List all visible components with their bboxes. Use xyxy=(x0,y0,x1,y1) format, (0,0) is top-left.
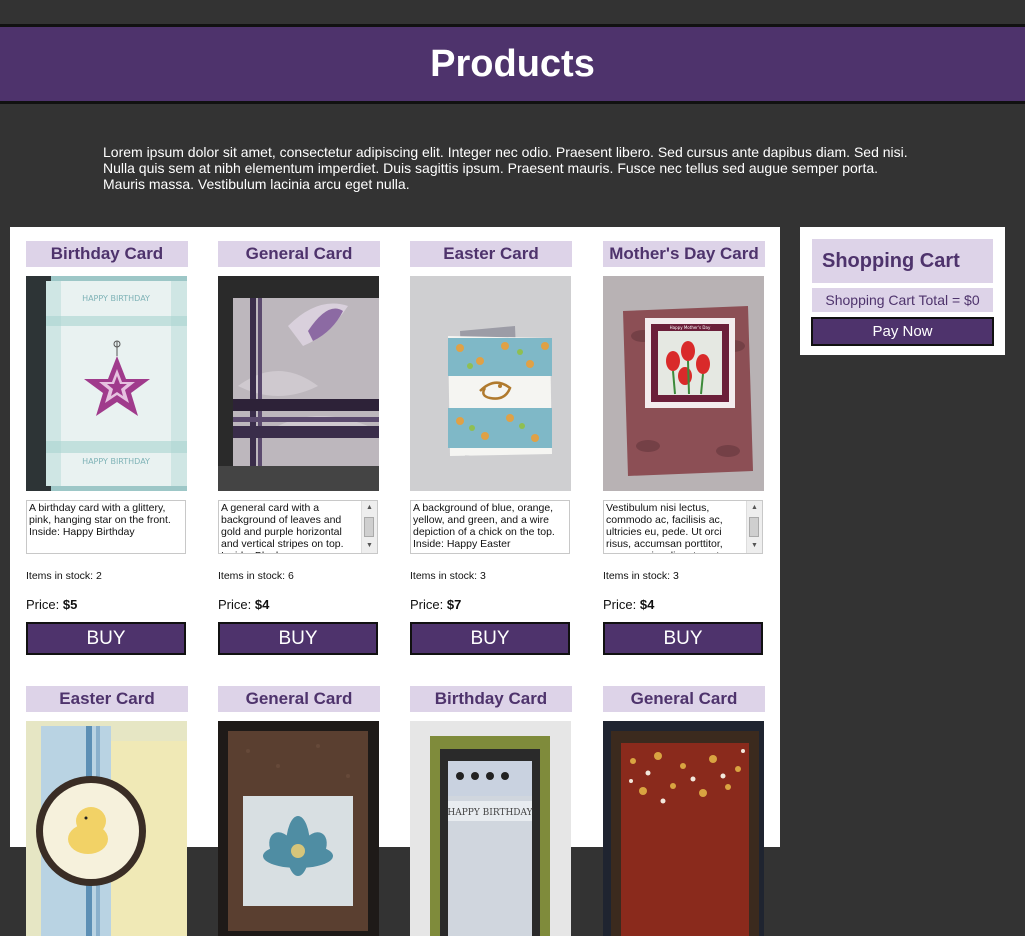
description-scrollbar[interactable]: ▲ ▼ xyxy=(361,501,377,553)
svg-text:HAPPY BIRTHDAY: HAPPY BIRTHDAY xyxy=(82,457,150,466)
scroll-up-icon[interactable]: ▲ xyxy=(362,501,377,515)
svg-text:HAPPY BIRTHDAY: HAPPY BIRTHDAY xyxy=(447,808,533,818)
scroll-down-icon[interactable]: ▼ xyxy=(362,539,377,553)
product-price: Price: $4 xyxy=(603,597,765,613)
price-value: $4 xyxy=(639,597,655,612)
scroll-thumb[interactable] xyxy=(364,517,374,537)
product-description[interactable]: A birthday card with a glittery, pink, h… xyxy=(26,500,186,554)
scroll-thumb[interactable] xyxy=(749,517,759,537)
price-value: $5 xyxy=(62,597,78,612)
price-label: Price: xyxy=(218,597,252,612)
product-description[interactable]: A general card with a background of leav… xyxy=(218,500,378,554)
intro-text: Lorem ipsum dolor sit amet, consectetur … xyxy=(103,144,908,192)
product-card: Birthday Card HAPPY BIRTHDAY HAPPY BIRTH… xyxy=(26,241,188,655)
stock-count: Items in stock: 6 xyxy=(218,570,294,582)
buy-button[interactable]: BUY xyxy=(218,622,378,655)
buy-button[interactable]: BUY xyxy=(603,622,763,655)
product-title: Easter Card xyxy=(410,241,572,267)
product-title: Mother's Day Card xyxy=(603,241,765,267)
svg-text:HAPPY BIRTHDAY: HAPPY BIRTHDAY xyxy=(82,294,150,303)
product-image xyxy=(218,276,379,491)
product-price: Price: $7 xyxy=(410,597,572,613)
product-description[interactable]: Vestibulum nisi lectus, commodo ac, faci… xyxy=(603,500,763,554)
price-label: Price: xyxy=(26,597,60,612)
product-price: Price: $4 xyxy=(218,597,380,613)
pay-now-button[interactable]: Pay Now xyxy=(811,317,994,346)
product-title: General Card xyxy=(218,241,380,267)
shopping-cart-panel: Shopping Cart Shopping Cart Total = $0 P… xyxy=(800,227,1005,355)
product-description[interactable]: A background of blue, orange, yellow, an… xyxy=(410,500,570,554)
product-title: General Card xyxy=(603,686,765,712)
product-card: General Card xyxy=(218,686,380,936)
product-image xyxy=(218,721,379,936)
buy-button[interactable]: BUY xyxy=(410,622,570,655)
product-card: Birthday Card HAPPY BIRTHDAY xyxy=(410,686,572,936)
description-scrollbar[interactable]: ▲ ▼ xyxy=(746,501,762,553)
price-label: Price: xyxy=(603,597,637,612)
cart-title: Shopping Cart xyxy=(812,239,993,283)
page-header: Products xyxy=(0,24,1025,104)
product-card: Easter Card xyxy=(26,686,188,936)
product-card: Mother's Day Card Happy Mother's Day Ves… xyxy=(603,241,765,655)
product-image: Happy Mother's Day xyxy=(603,276,764,491)
product-image xyxy=(26,721,187,936)
product-title: Birthday Card xyxy=(26,241,188,267)
product-title: General Card xyxy=(218,686,380,712)
scroll-down-icon[interactable]: ▼ xyxy=(747,539,762,553)
product-image xyxy=(603,721,764,936)
price-label: Price: xyxy=(410,597,444,612)
stock-count: Items in stock: 3 xyxy=(603,570,679,582)
price-value: $7 xyxy=(446,597,462,612)
cart-total: Shopping Cart Total = $0 xyxy=(812,288,993,312)
stock-count: Items in stock: 2 xyxy=(26,570,102,582)
svg-text:Happy Mother's Day: Happy Mother's Day xyxy=(670,325,711,330)
buy-button[interactable]: BUY xyxy=(26,622,186,655)
product-grid: Birthday Card HAPPY BIRTHDAY HAPPY BIRTH… xyxy=(10,227,780,936)
product-card: Easter Card A background of blue, orange… xyxy=(410,241,572,655)
scroll-up-icon[interactable]: ▲ xyxy=(747,501,762,515)
product-title: Easter Card xyxy=(26,686,188,712)
product-price: Price: $5 xyxy=(26,597,188,613)
product-image: HAPPY BIRTHDAY xyxy=(410,721,571,936)
price-value: $4 xyxy=(254,597,270,612)
product-image xyxy=(410,276,571,491)
page-title: Products xyxy=(430,43,595,85)
product-image: HAPPY BIRTHDAY HAPPY BIRTHDAY xyxy=(26,276,187,491)
product-card: General Card A general card with a backg… xyxy=(218,241,380,655)
product-title: Birthday Card xyxy=(410,686,572,712)
product-card: General Card xyxy=(603,686,765,936)
stock-count: Items in stock: 3 xyxy=(410,570,486,582)
